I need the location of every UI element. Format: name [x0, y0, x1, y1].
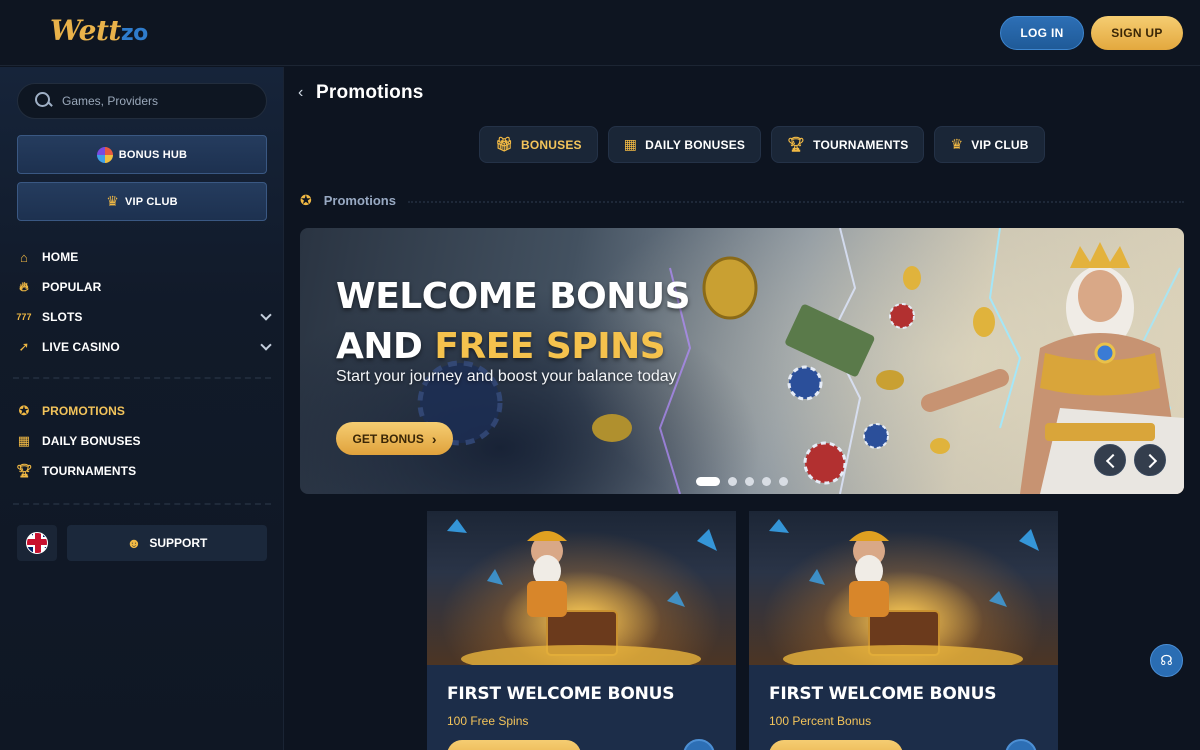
promo-tabs: 🎁︎ BONUSES ▦ DAILY BONUSES 🏆︎ TOURNAMENT… — [479, 126, 1045, 163]
promotions-icon: ✪ — [300, 192, 312, 208]
promo-card-cta-button[interactable] — [769, 740, 903, 750]
trophy-icon: 🏆︎ — [16, 463, 33, 478]
search-input[interactable] — [62, 94, 252, 108]
promo-card[interactable]: FIRST WELCOME BONUS 100 Percent Bonus — [749, 511, 1058, 750]
login-button[interactable]: LOG IN — [1000, 16, 1084, 50]
crown-icon: ♛ — [950, 136, 964, 152]
promo-card-title: FIRST WELCOME BONUS — [769, 684, 997, 704]
back-chevron-icon[interactable]: ‹ — [298, 84, 303, 102]
rocket-icon: ➚ — [18, 339, 30, 354]
nav-item-popular[interactable]: 🔥︎ POPULAR — [16, 272, 276, 302]
tab-vip-club[interactable]: ♛ VIP CLUB — [934, 126, 1045, 163]
live-chat-headset-icon[interactable]: ☊ — [1150, 644, 1183, 677]
nav-item-slots[interactable]: 777 SLOTS — [16, 302, 276, 332]
banner-title: WELCOME BONUS AND FREE SPINS — [336, 276, 691, 367]
nav-item-live-casino[interactable]: ➚ LIVE CASINO — [16, 332, 276, 362]
secondary-nav: ✪ PROMOTIONS ▦ DAILY BONUSES 🏆︎ TOURNAME… — [16, 396, 276, 486]
main-nav: ⌂ HOME 🔥︎ POPULAR 777 SLOTS ➚ LIVE CASIN… — [16, 242, 276, 362]
carousel-dot[interactable] — [728, 477, 737, 486]
crown-icon: ♛ — [106, 193, 119, 209]
uk-flag-icon — [26, 532, 48, 554]
nav-item-daily-bonuses[interactable]: ▦ DAILY BONUSES — [16, 426, 276, 456]
promo-card-image — [749, 511, 1058, 665]
nav-item-tournaments[interactable]: 🏆︎ TOURNAMENTS — [16, 456, 276, 486]
chevron-down-icon[interactable] — [260, 309, 272, 321]
get-bonus-button[interactable]: GET BONUS › — [336, 422, 453, 455]
section-header: ✪ Promotions — [300, 192, 1184, 209]
home-icon: ⌂ — [20, 249, 28, 265]
carousel-dot[interactable] — [696, 477, 720, 486]
promo-card-subtitle: 100 Percent Bonus — [769, 714, 872, 728]
promo-card[interactable]: FIRST WELCOME BONUS 100 Free Spins — [427, 511, 736, 750]
flame-icon: 🔥︎ — [19, 279, 29, 294]
nav-divider — [13, 377, 271, 379]
promo-card-subtitle: 100 Free Spins — [447, 714, 529, 728]
top-bar: Wettzo LOG IN SIGN UP — [0, 0, 1200, 66]
info-icon[interactable] — [683, 739, 715, 750]
chevron-right-icon: › — [431, 430, 437, 447]
carousel-dot[interactable] — [779, 477, 788, 486]
nav-item-promotions[interactable]: ✪ PROMOTIONS — [16, 396, 276, 426]
nav-divider — [13, 503, 271, 505]
promo-card-cta-button[interactable] — [447, 740, 581, 750]
sidebar: BONUS HUB ♛ VIP CLUB ⌂ HOME 🔥︎ POPULAR 7… — [0, 67, 284, 750]
carousel-prev-button[interactable] — [1094, 444, 1126, 476]
carousel-dot[interactable] — [762, 477, 771, 486]
support-button[interactable]: ☻ SUPPORT — [67, 525, 267, 561]
support-agent-icon: ☻ — [126, 535, 142, 551]
vip-club-button[interactable]: ♛ VIP CLUB — [17, 182, 267, 221]
tab-daily-bonuses[interactable]: ▦ DAILY BONUSES — [607, 126, 762, 163]
search-icon — [34, 91, 54, 111]
section-divider — [407, 200, 1184, 203]
page-title: Promotions — [316, 82, 424, 103]
bonus-hub-button[interactable]: BONUS HUB — [17, 135, 267, 174]
section-title: Promotions — [323, 193, 396, 208]
nav-item-home[interactable]: ⌂ HOME — [16, 242, 276, 272]
promo-card-image — [427, 511, 736, 665]
promotions-icon: ✪ — [18, 403, 30, 418]
hero-banner[interactable]: WELCOME BONUS AND FREE SPINS Start your … — [300, 228, 1184, 494]
bonus-hub-icon — [96, 146, 113, 163]
chevron-down-icon[interactable] — [260, 339, 272, 351]
gift-icon: 🎁︎ — [495, 136, 513, 152]
calendar-icon: ▦ — [17, 433, 31, 448]
calendar-icon: ▦ — [623, 136, 638, 152]
tab-bonuses[interactable]: 🎁︎ BONUSES — [479, 126, 598, 163]
info-icon[interactable] — [1005, 739, 1037, 750]
site-logo[interactable]: Wettzo — [50, 14, 148, 47]
tab-tournaments[interactable]: 🏆︎ TOURNAMENTS — [771, 126, 925, 163]
carousel-next-button[interactable] — [1134, 444, 1166, 476]
promo-card-title: FIRST WELCOME BONUS — [447, 684, 675, 704]
search-box[interactable] — [17, 83, 267, 119]
carousel-dots — [696, 477, 788, 486]
slots-icon: 777 — [16, 312, 32, 322]
trophy-icon: 🏆︎ — [787, 136, 806, 152]
banner-subtitle: Start your journey and boost your balanc… — [336, 368, 677, 385]
language-selector[interactable] — [17, 525, 57, 561]
carousel-dot[interactable] — [745, 477, 754, 486]
signup-button[interactable]: SIGN UP — [1091, 16, 1183, 50]
